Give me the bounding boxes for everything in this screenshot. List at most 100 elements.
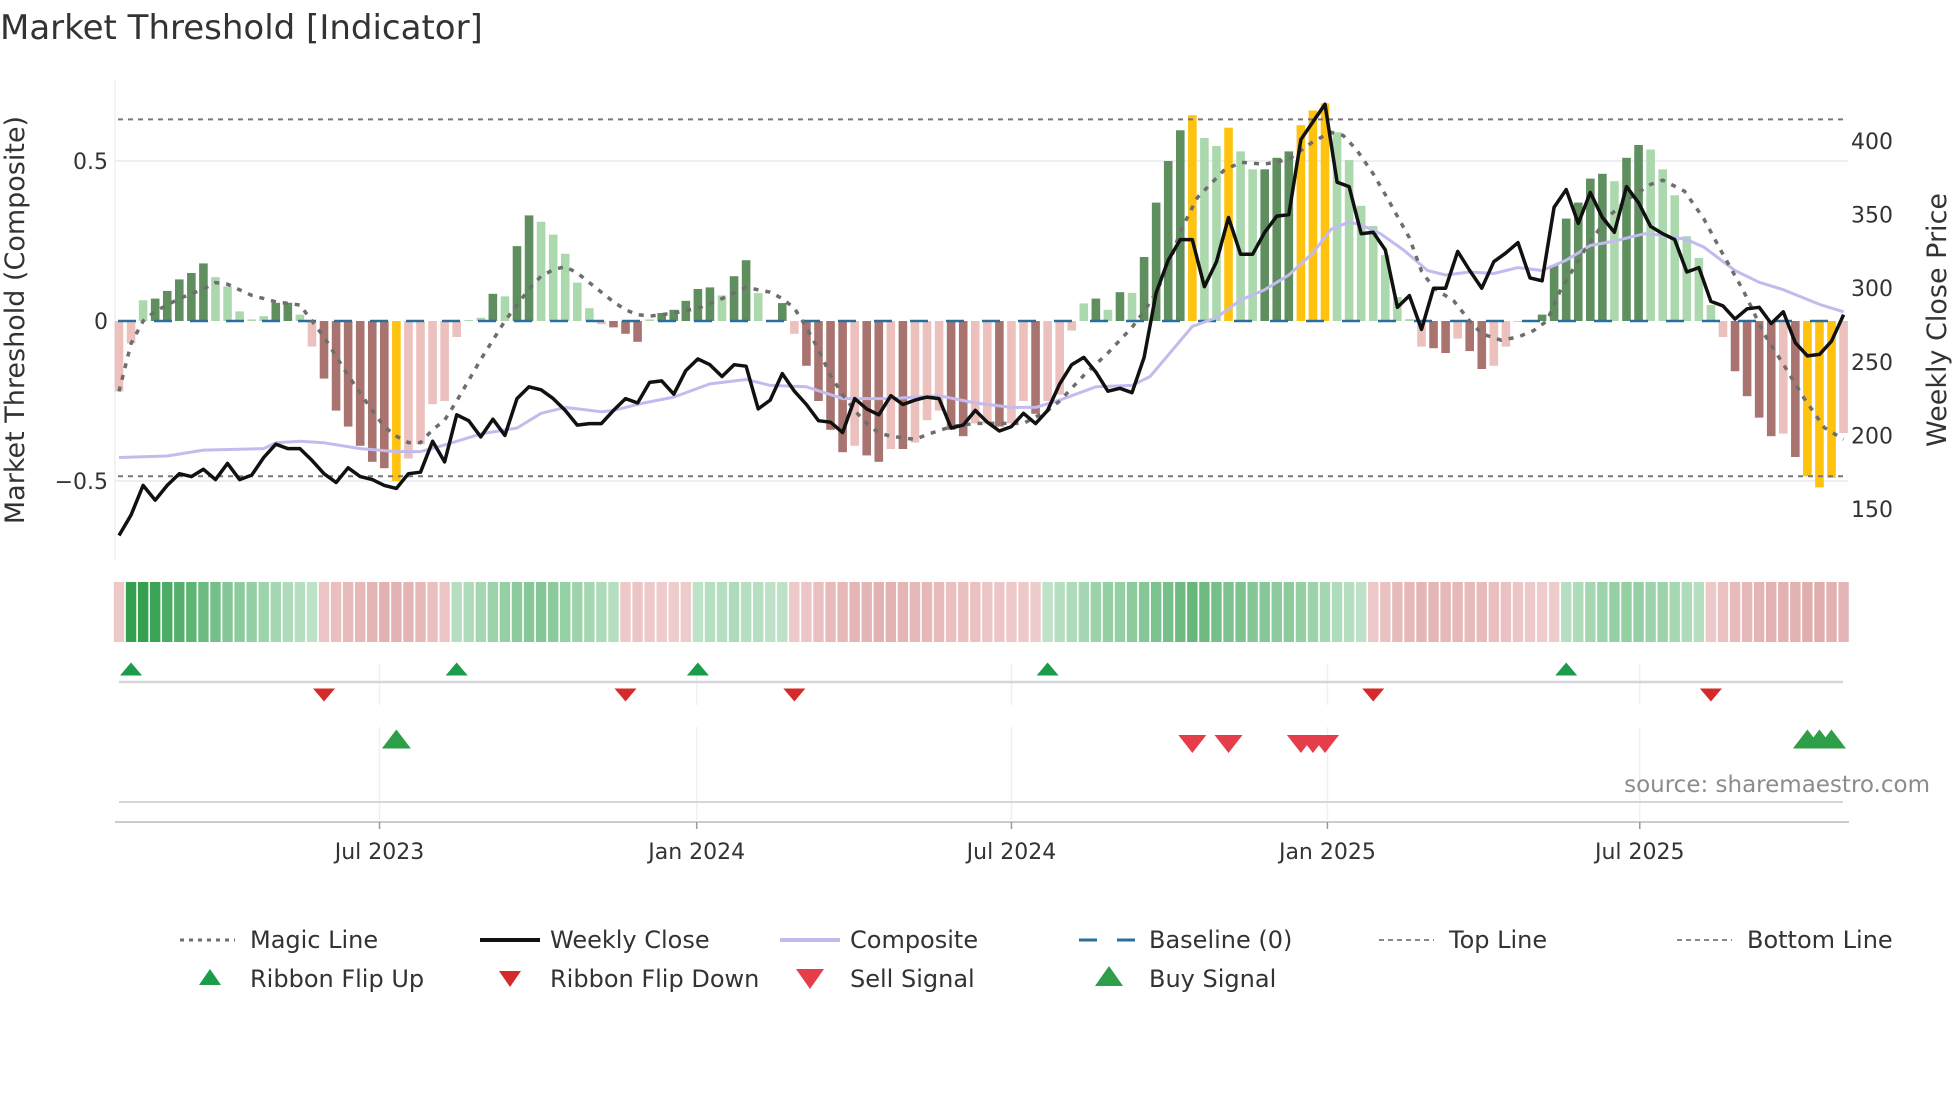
ribbon-flip-up-icon: [120, 662, 143, 676]
ribbon-cell: [1452, 582, 1463, 642]
ribbon-cell: [535, 582, 547, 642]
ribbon-flip-up-icon: [445, 662, 468, 676]
ribbon-cell: [596, 582, 607, 642]
ribbon-cell: [487, 582, 499, 642]
composite-bar: [995, 321, 1004, 427]
composite-bar: [729, 276, 739, 321]
right-axis-title: Weekly Close Price: [1922, 193, 1953, 447]
ribbon-cell: [306, 582, 318, 642]
ribbon-cell: [801, 582, 812, 642]
ribbon-cell: [1814, 582, 1825, 642]
composite-bar: [1489, 321, 1499, 366]
ribbon-cell: [1657, 582, 1668, 642]
ribbon-cell: [113, 582, 125, 642]
composite-bar: [1043, 321, 1052, 401]
composite-bar: [150, 298, 160, 321]
ribbon-cell: [1247, 582, 1258, 642]
ribbon-cell: [294, 582, 306, 642]
ribbon-cell: [1392, 582, 1403, 642]
ribbon-cell: [1138, 582, 1150, 642]
composite-bar: [235, 311, 244, 321]
ribbon-flip-down-icon: [313, 688, 336, 702]
composite-bar: [922, 321, 932, 421]
ribbon-cell: [1729, 582, 1741, 642]
ribbon-cell: [608, 582, 619, 642]
composite-bar: [380, 321, 389, 469]
ribbon-cell: [210, 582, 221, 642]
composite-bar: [1405, 319, 1414, 321]
composite-bar: [416, 321, 425, 445]
legend-flip-down-icon: [499, 971, 521, 987]
magic-line: [117, 130, 1845, 445]
ribbon-cell: [1102, 582, 1114, 642]
composite-bar: [1778, 321, 1788, 434]
ribbon-cell: [680, 582, 692, 642]
composite-bar: [645, 319, 654, 321]
ribbon-cell: [765, 582, 776, 642]
composite-bar: [1501, 321, 1511, 347]
ribbon-cell: [1621, 582, 1632, 642]
ribbon-cell: [1114, 582, 1126, 642]
ribbon-cell: [632, 582, 643, 642]
ribbon-cell: [499, 582, 511, 642]
ribbon-cell: [186, 582, 197, 642]
composite-bar: [1453, 321, 1462, 339]
ribbon-cell: [933, 582, 945, 642]
legend: Magic Line Weekly Close Composite Baseline …: [180, 926, 1893, 993]
ribbon-cell: [403, 582, 414, 642]
composite-bar: [1139, 257, 1149, 321]
ribbon-cell: [1669, 582, 1680, 642]
composite-bar: [1031, 321, 1040, 414]
composite-bar: [1188, 115, 1197, 322]
ribbon-cell: [861, 582, 872, 642]
ribbon-cell: [704, 582, 716, 642]
ribbon-cell: [1307, 582, 1319, 642]
legend-label: Top Line: [1448, 926, 1547, 954]
ribbon-cell: [1790, 582, 1801, 642]
composite-bar: [1441, 321, 1450, 353]
legend-label: Composite: [850, 926, 978, 954]
composite-bar: [175, 279, 184, 321]
sell-signal-icon: [1214, 735, 1243, 753]
ribbon-cell: [945, 582, 957, 642]
ribbon-cell: [451, 582, 462, 642]
ribbon-cell: [1235, 582, 1246, 642]
composite-bar: [1079, 303, 1089, 321]
legend-label: Baseline (0): [1149, 926, 1292, 954]
ribbon-cell: [1633, 582, 1644, 642]
ribbon-cell: [475, 582, 486, 642]
ribbon-cell: [427, 582, 438, 642]
market-threshold-chart: Market Threshold [Indicator] 0.5 0 −0.5 150…: [0, 8, 1953, 993]
ribbon-cell: [1597, 582, 1608, 642]
composite-bar: [428, 321, 437, 405]
ribbon-cell: [1416, 582, 1427, 642]
sell-signal-icon: [1178, 735, 1207, 753]
ribbon-cell: [873, 582, 884, 642]
ribbon-cell: [137, 582, 149, 642]
composite-bar: [223, 286, 232, 321]
ribbon-cell: [692, 582, 704, 642]
composite-bar: [850, 321, 859, 446]
left-tick-label: 0: [94, 310, 108, 335]
composite-bar: [1067, 321, 1077, 331]
composite-bar: [560, 253, 570, 321]
ribbon-cell: [1548, 582, 1560, 642]
composite-bar: [886, 321, 896, 449]
right-tick-label: 350: [1851, 204, 1893, 229]
composite-bar: [802, 321, 811, 366]
ribbon-cell: [222, 582, 233, 642]
composite-bar: [1212, 145, 1221, 321]
ribbon-cell: [1042, 582, 1053, 642]
ribbon-cell: [1078, 582, 1089, 642]
ribbon-cell: [1163, 582, 1174, 642]
ribbon-cell: [1259, 582, 1270, 642]
composite-bar: [1127, 292, 1137, 321]
ribbon-cell: [716, 582, 728, 642]
ribbon-cell: [1440, 582, 1451, 642]
composite-bar: [331, 321, 341, 411]
ribbon-cell: [1705, 582, 1717, 642]
ribbon-cell: [1295, 582, 1307, 642]
composite-bar: [307, 321, 317, 347]
ribbon-flip-down-icon: [1699, 688, 1722, 702]
ribbon-flip-up-icon: [1036, 662, 1059, 676]
